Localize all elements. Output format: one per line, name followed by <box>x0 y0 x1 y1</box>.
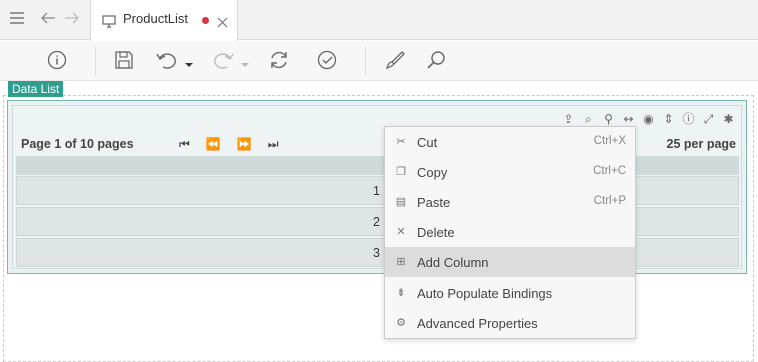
menu-item-cut[interactable]: ✂ Cut Ctrl+X <box>385 127 635 157</box>
menu-item-delete[interactable]: ✕ Delete <box>385 217 635 247</box>
eye-icon[interactable]: ◉ <box>642 112 655 126</box>
menu-item-label: Paste <box>417 195 451 210</box>
toolbar <box>0 41 758 81</box>
first-page-icon[interactable]: ⏮ <box>179 137 190 152</box>
upload-icon[interactable]: ⇪ <box>562 112 575 126</box>
asterisk-icon[interactable]: ✱ <box>722 112 735 126</box>
last-page-icon[interactable]: ⏭ <box>268 137 279 152</box>
scissors-icon: ✂ <box>396 136 406 148</box>
forward-arrow-icon[interactable] <box>64 11 80 29</box>
menu-item-shortcut: Ctrl+C <box>593 165 626 177</box>
paste-icon: ▤ <box>395 196 407 208</box>
undo-icon[interactable] <box>155 49 195 73</box>
menu-item-auto-populate-bindings[interactable]: ⇟ Auto Populate Bindings <box>385 278 635 308</box>
info-icon[interactable] <box>46 49 72 73</box>
menu-item-label: Add Column <box>417 255 489 270</box>
toolbar-divider <box>365 47 366 75</box>
menu-item-label: Delete <box>417 225 455 240</box>
save-icon[interactable] <box>113 49 139 73</box>
per-page[interactable]: 25 per page <box>667 137 736 151</box>
search-icon[interactable] <box>425 49 451 73</box>
menu-item-paste[interactable]: ▤ Paste Ctrl+P <box>385 187 635 217</box>
add-column-icon: ⊞ <box>396 256 406 268</box>
attachment-icon[interactable]: ⚲ <box>602 112 615 126</box>
tab-title: ProductList <box>123 11 189 26</box>
refresh-icon[interactable] <box>268 49 294 73</box>
table-cell: 3 <box>373 246 380 260</box>
menu-item-label: Cut <box>417 135 438 150</box>
search-icon[interactable]: ⌕ <box>582 112 595 126</box>
close-icon[interactable] <box>217 13 228 32</box>
table-cell: 2 <box>373 215 380 229</box>
unsaved-dot <box>202 17 209 24</box>
menu-item-label: Copy <box>417 165 448 180</box>
tab-productlist[interactable]: ProductList <box>90 0 238 41</box>
menu-item-shortcut: Ctrl+X <box>593 135 626 147</box>
auto-populate-icon: ⇟ <box>396 287 406 299</box>
pager-nav: ⏮ ⏪ ⏩ ⏭ <box>179 137 279 152</box>
menu-item-shortcut: Ctrl+P <box>593 195 626 207</box>
info-icon[interactable]: ⓘ <box>682 112 695 126</box>
monitor-icon <box>102 13 116 32</box>
copy-icon: ❐ <box>396 166 406 178</box>
menu-item-copy[interactable]: ❐ Copy Ctrl+C <box>385 157 635 187</box>
pager-text: Page 1 of 10 pages <box>21 137 134 151</box>
menu-item-label: Advanced Properties <box>417 316 538 331</box>
redo-icon[interactable] <box>211 49 251 73</box>
menu-item-label: Auto Populate Bindings <box>417 286 553 301</box>
table-cell: 1 <box>373 184 380 198</box>
context-menu: ✂ Cut Ctrl+X ❐ Copy Ctrl+C ▤ Paste Ctrl+… <box>384 126 636 339</box>
resize-horizontal-icon[interactable]: ↔ <box>622 112 635 126</box>
menu-item-advanced-properties[interactable]: ⚙ Advanced Properties <box>385 308 635 338</box>
toolbar-divider <box>95 47 96 75</box>
tab-bar: ProductList <box>0 0 758 41</box>
sort-icon[interactable]: ⇕ <box>662 112 675 126</box>
validate-icon[interactable] <box>316 49 342 73</box>
next-page-icon[interactable]: ⏩ <box>237 137 252 152</box>
menu-item-add-column[interactable]: ⊞ Add Column <box>385 247 635 277</box>
data-list[interactable]: ⇪ ⌕ ⚲ ↔ ◉ ⇕ ⓘ ⤢ ✱ Page 1 of 10 pages ⏮ ⏪… <box>7 100 747 274</box>
menu-icon[interactable] <box>9 11 25 29</box>
back-arrow-icon[interactable] <box>40 11 56 29</box>
close-icon: ✕ <box>396 226 406 238</box>
expand-icon[interactable]: ⤢ <box>702 112 715 126</box>
previous-page-icon[interactable]: ⏪ <box>206 137 221 152</box>
brush-icon[interactable] <box>384 49 410 73</box>
data-list-label: Data List <box>8 81 64 97</box>
gear-icon: ⚙ <box>396 317 406 329</box>
